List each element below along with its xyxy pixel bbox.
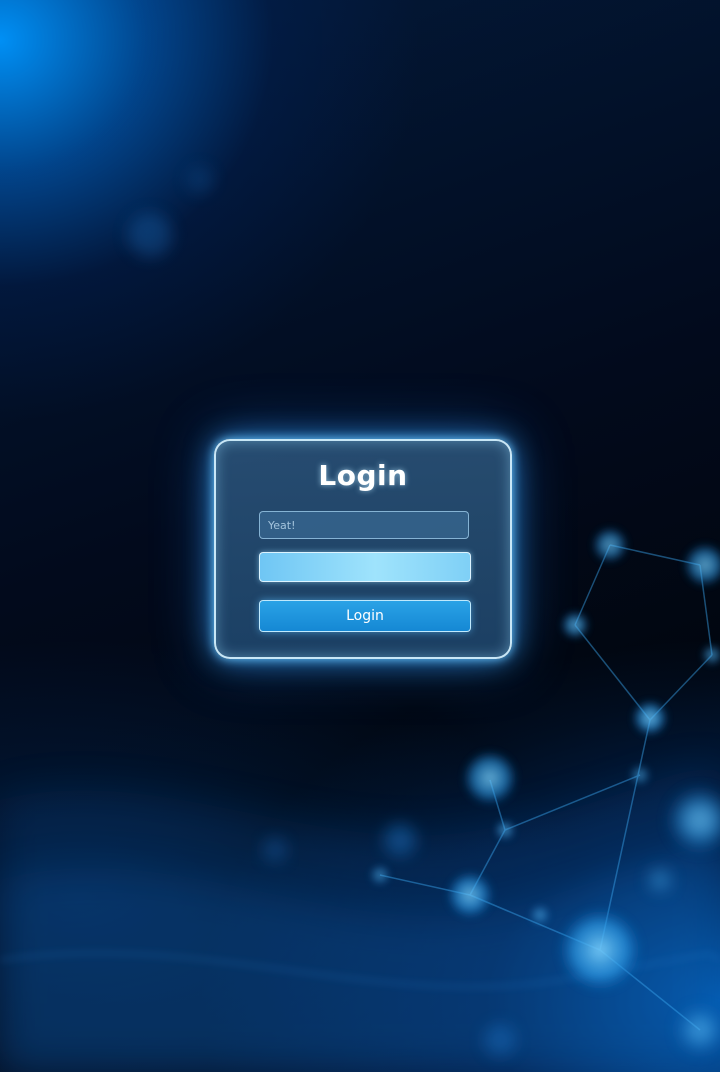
- login-title: Login: [318, 459, 408, 492]
- login-card: Login Login: [214, 439, 512, 659]
- email-field[interactable]: [259, 511, 469, 539]
- password-field[interactable]: [259, 552, 471, 582]
- login-screen: Login Login: [0, 0, 720, 1072]
- login-button[interactable]: Login: [259, 600, 471, 632]
